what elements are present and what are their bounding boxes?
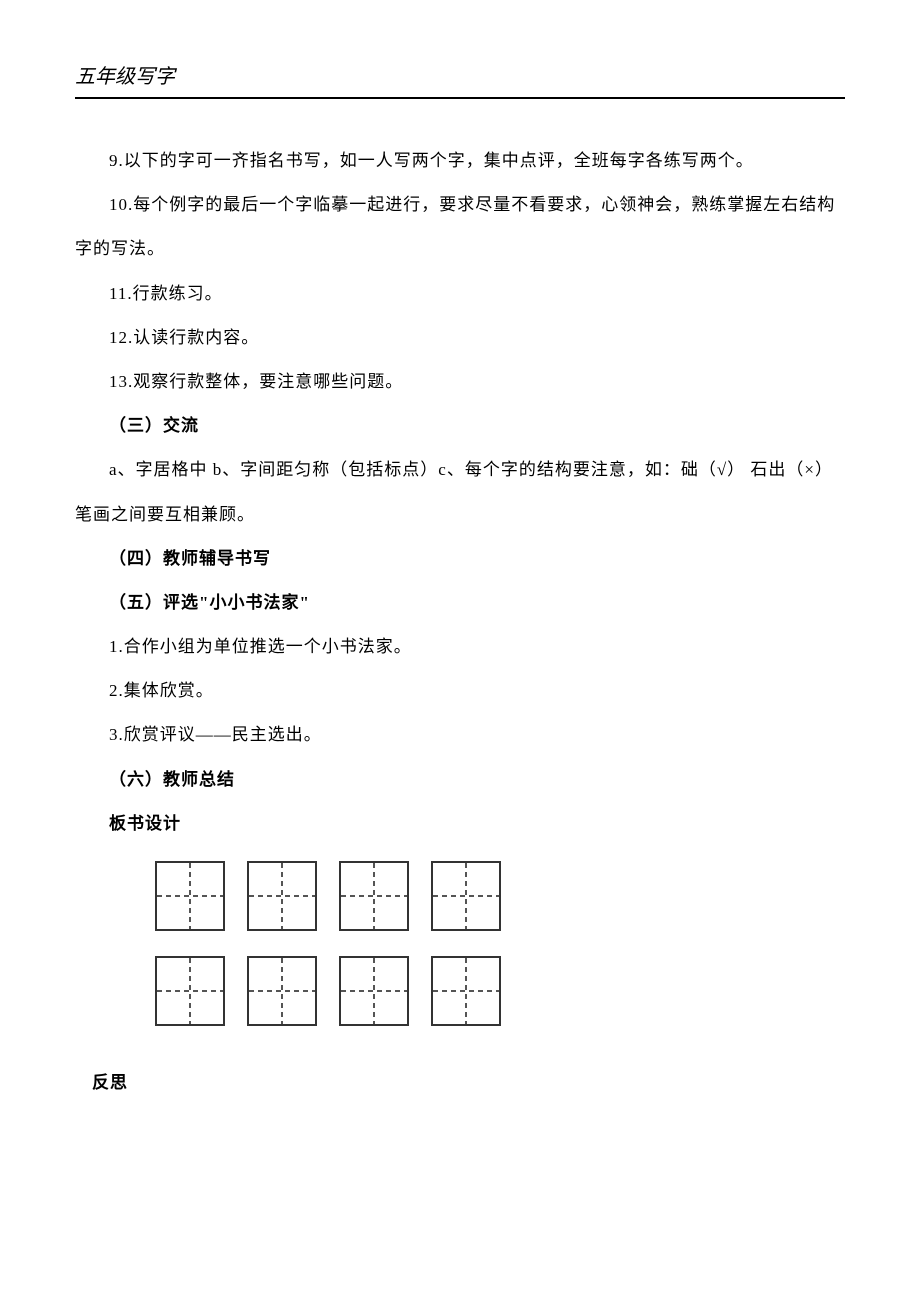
tianzi-grid-cell [431,861,501,931]
section-heading-6: （六）教师总结 [75,758,845,802]
tianzi-grid-row-2 [155,956,845,1026]
tianzi-grid-cell [155,861,225,931]
paragraph-12: 12.认读行款内容。 [75,316,845,360]
page-header-title: 五年级写字 [75,60,845,99]
tianzi-grid-cell [339,861,409,931]
tianzi-grid-cell [155,956,225,1026]
paragraph-11: 11.行款练习。 [75,272,845,316]
reflection-heading: 反思 [75,1061,845,1105]
tianzi-grid-cell [431,956,501,1026]
paragraph-5-2: 2.集体欣赏。 [75,669,845,713]
paragraph-5-1: 1.合作小组为单位推选一个小书法家。 [75,625,845,669]
tianzi-grid-row-1 [155,861,845,931]
document-content: 9.以下的字可一齐指名书写，如一人写两个字，集中点评，全班每字各练写两个。 10… [75,139,845,1105]
tianzi-grid-cell [247,861,317,931]
board-design-heading: 板书设计 [75,802,845,846]
section-heading-4: （四）教师辅导书写 [75,537,845,581]
section-heading-5: （五）评选"小小书法家" [75,581,845,625]
tianzi-grid-cell [339,956,409,1026]
section-heading-3: （三）交流 [75,404,845,448]
paragraph-5-3: 3.欣赏评议——民主选出。 [75,713,845,757]
paragraph-10: 10.每个例字的最后一个字临摹一起进行，要求尽量不看要求，心领神会，熟练掌握左右… [75,183,845,271]
paragraph-9: 9.以下的字可一齐指名书写，如一人写两个字，集中点评，全班每字各练写两个。 [75,139,845,183]
tianzi-grid-cell [247,956,317,1026]
paragraph-13: 13.观察行款整体，要注意哪些问题。 [75,360,845,404]
paragraph-exchange: a、字居格中 b、字间距匀称（包括标点）c、每个字的结构要注意，如：础（√） 石… [75,448,845,536]
